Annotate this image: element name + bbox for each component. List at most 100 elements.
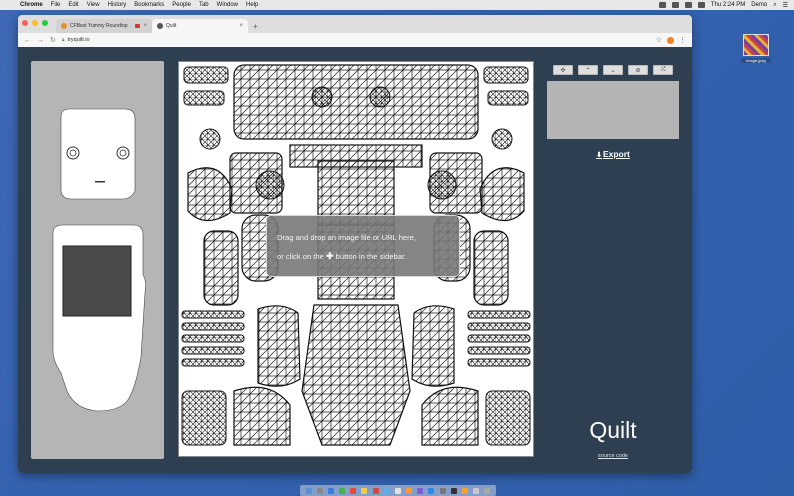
zoom-window-button[interactable] xyxy=(42,20,48,26)
menu-app-name[interactable]: Chrome xyxy=(20,2,43,8)
mesh-rod xyxy=(181,334,245,343)
close-icon[interactable]: × xyxy=(239,23,243,29)
mesh-piece xyxy=(233,64,479,140)
tab-bar: CFBest Yummy Roundtop × Quilt × + xyxy=(18,15,692,33)
mesh-rod xyxy=(181,358,245,367)
launchpad-icon[interactable] xyxy=(316,487,323,494)
battery-icon[interactable] xyxy=(697,2,705,8)
tab-cfbest[interactable]: CFBest Yummy Roundtop × xyxy=(56,19,152,33)
url-text: tryquilt.io xyxy=(67,37,90,43)
quilt-canvas[interactable]: Drag and drop an image file or URL here,… xyxy=(178,61,534,457)
tab-quilt[interactable]: Quilt × xyxy=(152,19,248,33)
drop-hint-line2-post: button in the sidebar. xyxy=(335,252,407,261)
app-icon[interactable] xyxy=(383,487,390,494)
folder-icon[interactable] xyxy=(473,487,480,494)
favicon-icon xyxy=(157,23,163,29)
menu-item-window[interactable]: Window xyxy=(217,2,238,8)
menu-item-edit[interactable]: Edit xyxy=(68,2,78,8)
source-code-link[interactable]: source code xyxy=(546,453,680,459)
close-window-button[interactable] xyxy=(22,20,28,26)
move-up-button[interactable]: ⌃ xyxy=(578,65,598,75)
app-store-icon[interactable] xyxy=(428,487,435,494)
chevron-down-icon: ⌄ xyxy=(610,67,616,74)
lock-icon[interactable]: 🔒︎ xyxy=(62,37,65,43)
plus-icon: ✚ xyxy=(325,251,334,261)
mesh-piece xyxy=(479,167,525,222)
mesh-ring xyxy=(427,170,457,200)
terminal-icon[interactable] xyxy=(450,487,457,494)
menu-item-people[interactable]: People xyxy=(172,2,191,8)
trash-icon[interactable] xyxy=(484,487,491,494)
mesh-eye xyxy=(369,86,391,108)
menu-item-history[interactable]: History xyxy=(108,2,127,8)
reload-icon[interactable]: ↻ xyxy=(50,36,56,44)
finder-icon[interactable] xyxy=(305,487,312,494)
back-icon[interactable]: ← xyxy=(24,37,31,44)
mesh-piece xyxy=(257,305,301,387)
status-icon[interactable] xyxy=(671,2,679,8)
chevron-up-icon: ⌃ xyxy=(585,67,591,74)
layer-preview[interactable] xyxy=(547,81,679,139)
minimize-window-button[interactable] xyxy=(32,20,38,26)
app-icon[interactable] xyxy=(350,487,357,494)
menu-item-tab[interactable]: Tab xyxy=(199,2,209,8)
export-link[interactable]: ⬇Export xyxy=(546,149,680,159)
window-controls xyxy=(22,20,48,26)
desktop-file[interactable]: image.jpeg xyxy=(741,34,771,63)
hide-button[interactable]: ⊘ xyxy=(628,65,648,75)
extension-icon[interactable] xyxy=(667,36,674,44)
mesh-piece xyxy=(301,304,411,446)
crosshair-icon: ✣ xyxy=(560,67,566,74)
chrome-icon[interactable] xyxy=(461,487,468,494)
settings-icon[interactable] xyxy=(439,487,446,494)
bookmark-star-icon[interactable]: ☆ xyxy=(656,36,662,44)
mesh-piece xyxy=(411,305,455,387)
app-icon[interactable] xyxy=(394,487,401,494)
search-icon[interactable]: ⌕ xyxy=(773,2,776,9)
shuffle-button[interactable]: ⤮ xyxy=(653,65,673,75)
menubar-user[interactable]: Demo xyxy=(751,2,767,8)
mesh-piece xyxy=(203,230,239,306)
forward-icon[interactable]: → xyxy=(37,37,44,44)
menubar-clock[interactable]: Thu 2:24 PM xyxy=(711,2,745,8)
mesh-rod xyxy=(467,346,531,355)
menu-item-view[interactable]: View xyxy=(87,2,100,8)
brand-logo: Quilt xyxy=(589,417,637,443)
calendar-icon[interactable] xyxy=(372,487,379,494)
app-icon[interactable] xyxy=(417,487,424,494)
toolbar: ✣ ⌃ ⌄ ⊘ ⤮ xyxy=(546,65,680,75)
safari-icon[interactable] xyxy=(327,487,334,494)
add-button[interactable]: ✣ xyxy=(553,65,573,75)
mouth xyxy=(95,181,105,183)
mesh-block xyxy=(181,390,227,446)
messages-icon[interactable] xyxy=(339,487,346,494)
move-down-button[interactable]: ⌄ xyxy=(603,65,623,75)
quilt-app: Drag and drop an image file or URL here,… xyxy=(18,47,692,473)
image-thumbnail xyxy=(743,34,769,56)
mesh-piece xyxy=(187,167,233,222)
menu-item-help[interactable]: Help xyxy=(246,2,258,8)
drop-hint-line2-pre: or click on the xyxy=(277,252,324,261)
drop-zone-overlay[interactable]: Drag and drop an image file or URL here,… xyxy=(266,215,460,277)
export-label: Export xyxy=(602,149,630,159)
mesh-strip xyxy=(183,90,225,106)
notes-icon[interactable] xyxy=(361,487,368,494)
menu-bar: Chrome File Edit View History Bookmarks … xyxy=(0,0,794,10)
tab-title: CFBest Yummy Roundtop xyxy=(70,23,128,29)
audio-playing-icon[interactable] xyxy=(135,24,141,28)
eye-slash-icon: ⊘ xyxy=(635,67,641,74)
more-menu-icon[interactable]: ⋮ xyxy=(679,36,686,44)
pattern-pieces-panel[interactable] xyxy=(31,61,164,459)
mesh-ring xyxy=(491,128,513,150)
close-icon[interactable]: × xyxy=(143,23,147,29)
menu-item-bookmarks[interactable]: Bookmarks xyxy=(134,2,164,8)
menu-item-file[interactable]: File xyxy=(51,2,61,8)
url-field[interactable]: 🔒︎ tryquilt.io xyxy=(62,37,650,43)
wifi-icon[interactable] xyxy=(684,2,692,8)
new-tab-button[interactable]: + xyxy=(253,22,258,31)
app-icon[interactable] xyxy=(406,487,413,494)
menubar-status-area: Thu 2:24 PM Demo ⌕ ☰ xyxy=(658,2,788,9)
status-icon[interactable] xyxy=(658,2,666,8)
list-icon[interactable]: ☰ xyxy=(783,2,788,9)
mesh-rod xyxy=(467,358,531,367)
